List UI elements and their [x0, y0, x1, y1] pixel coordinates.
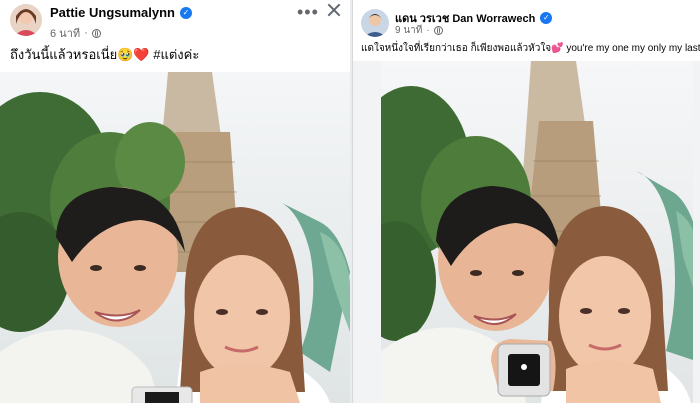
post-time[interactable]: 9 นาที [395, 23, 422, 38]
avatar[interactable] [361, 9, 389, 37]
post-header: แดน วรเวช Dan Worrawech ✓ 9 นาที · [353, 0, 700, 40]
globe-icon [433, 26, 443, 35]
globe-icon [91, 28, 101, 38]
post-caption: แดใจหนึ่งใจที่เรียกว่าเธอ ก็เพียงพอแล้วห… [361, 43, 700, 54]
post-caption: ถึงวันนี้แล้วหรอเนี่ย🥹❤️ #แต่งค่ะ [10, 47, 200, 62]
right-post: แดน วรเวช Dan Worrawech ✓ 9 นาที · แดใจห… [352, 0, 700, 403]
post-photo[interactable] [381, 61, 700, 403]
verified-icon: ✓ [179, 6, 192, 19]
close-icon[interactable] [325, 1, 343, 19]
photo-margin [693, 61, 700, 403]
left-post: Pattie Ungsumalynn ✓ 6 นาที · ••• ถึงวัน… [0, 0, 350, 403]
more-icon[interactable]: ••• [297, 2, 319, 23]
post-header: Pattie Ungsumalynn ✓ 6 นาที · ••• [0, 0, 350, 40]
post-photo[interactable] [0, 72, 350, 403]
author-name[interactable]: Pattie Ungsumalynn [50, 5, 175, 20]
photo-margin [353, 61, 381, 403]
verified-icon: ✓ [540, 12, 553, 24]
post-time[interactable]: 6 นาที [50, 24, 80, 42]
avatar[interactable] [10, 4, 42, 36]
